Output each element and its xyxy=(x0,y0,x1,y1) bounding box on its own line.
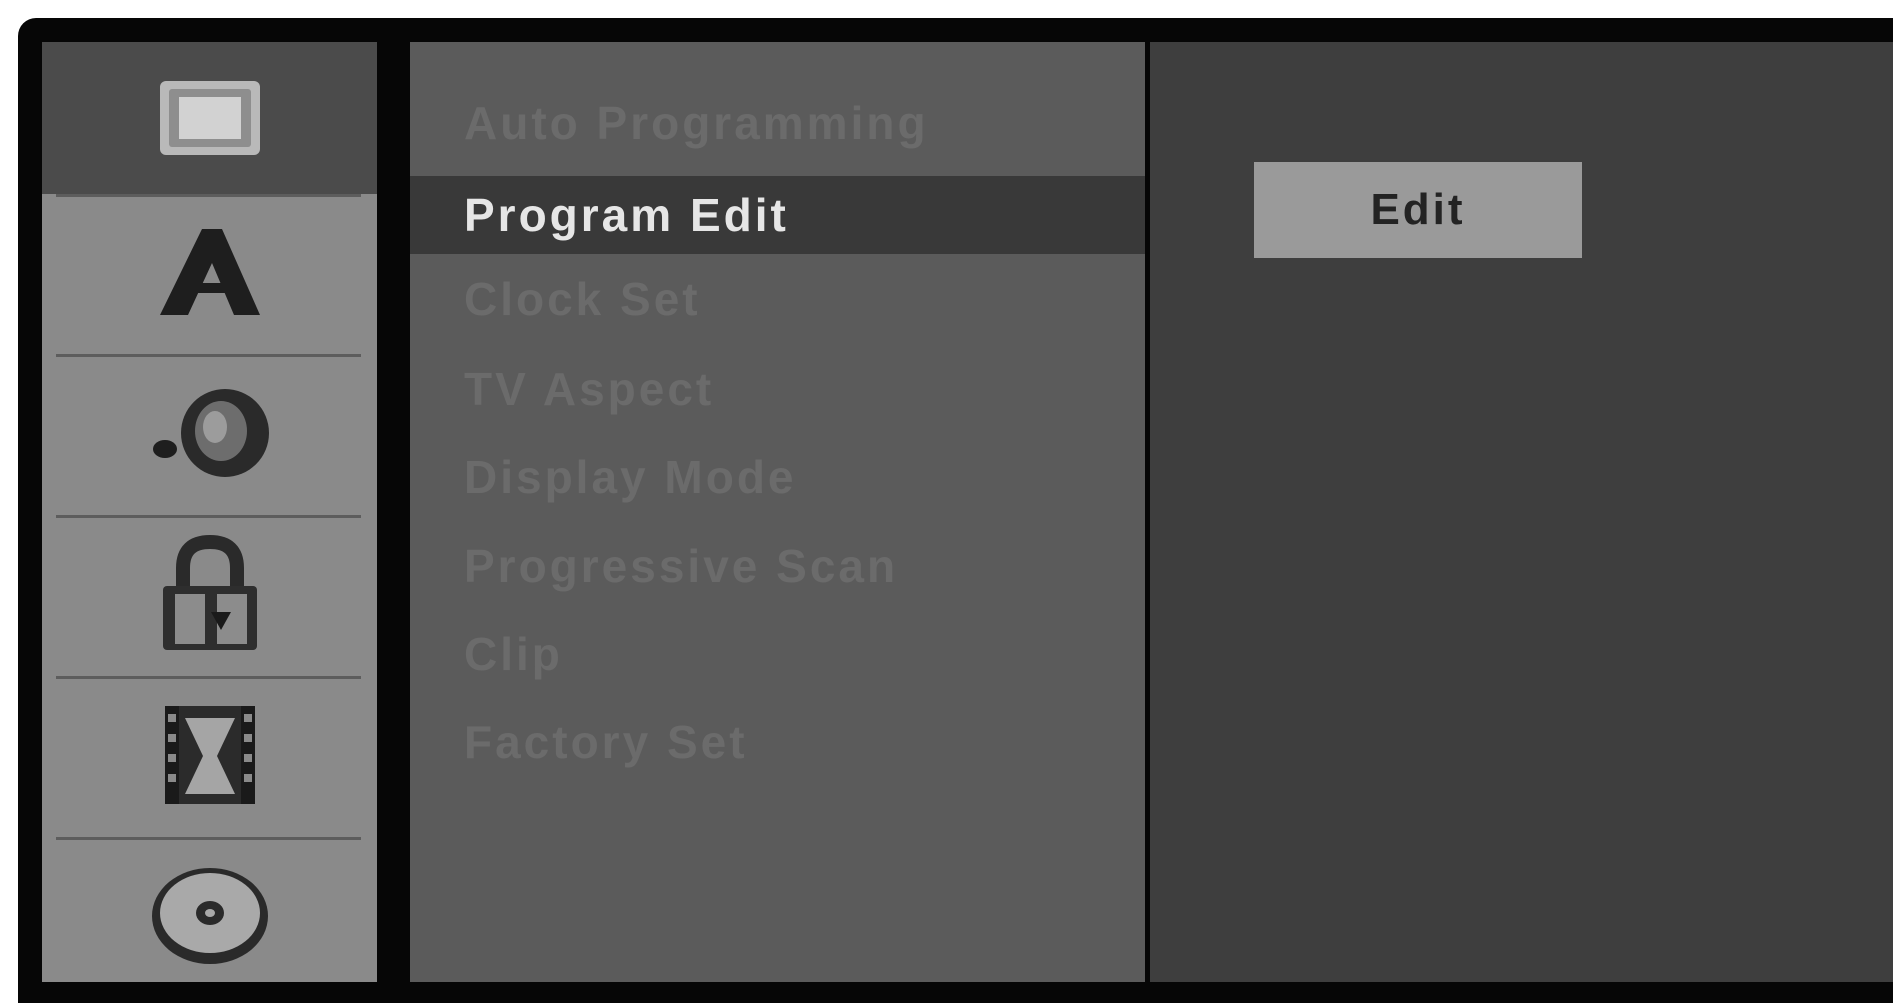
sidebar-item-language[interactable] xyxy=(42,197,377,349)
options-panel: Edit xyxy=(1150,42,1893,982)
audio-disc-icon xyxy=(145,383,275,483)
setup-menu: Auto Programming Program Edit Clock Set … xyxy=(410,42,1145,982)
sidebar-item-recording[interactable] xyxy=(42,679,377,831)
menu-item-progressive-scan[interactable]: Progressive Scan xyxy=(410,527,1145,605)
category-sidebar xyxy=(42,42,377,982)
sidebar-item-general[interactable] xyxy=(42,42,377,194)
menu-item-auto-programming[interactable]: Auto Programming xyxy=(410,84,1145,162)
menu-item-display-mode[interactable]: Display Mode xyxy=(410,438,1145,516)
disc-icon xyxy=(145,861,275,971)
lock-icon xyxy=(155,534,265,654)
tv-screen-icon xyxy=(155,73,265,163)
sidebar-item-audio[interactable] xyxy=(42,357,377,509)
menu-item-clock-set[interactable]: Clock Set xyxy=(410,260,1145,338)
menu-item-clip[interactable]: Clip xyxy=(410,615,1145,693)
menu-item-factory-set[interactable]: Factory Set xyxy=(410,703,1145,781)
sidebar-item-disc[interactable] xyxy=(42,840,377,992)
sidebar-item-lock[interactable] xyxy=(42,518,377,670)
edit-button[interactable]: Edit xyxy=(1254,162,1582,258)
menu-item-program-edit[interactable]: Program Edit xyxy=(410,176,1145,254)
film-icon xyxy=(155,700,265,810)
language-a-icon xyxy=(150,223,270,323)
menu-item-tv-aspect[interactable]: TV Aspect xyxy=(410,350,1145,428)
